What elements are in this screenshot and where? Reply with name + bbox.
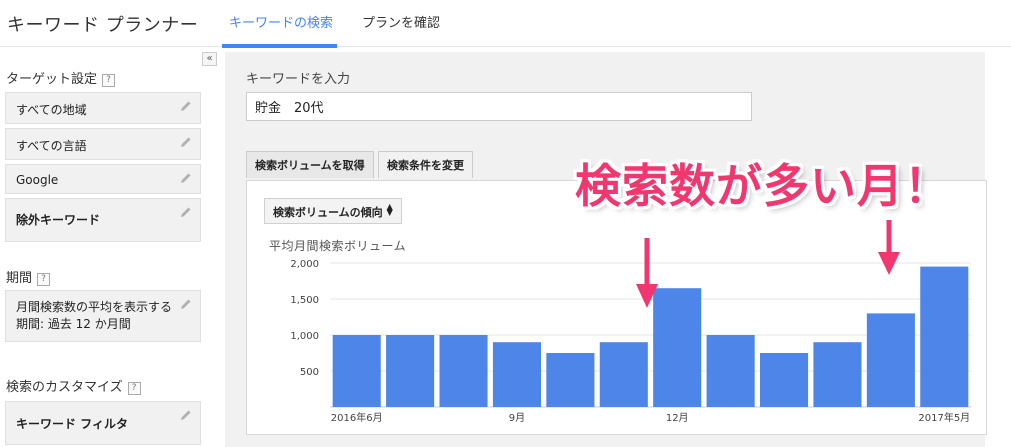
search-volume-bar-chart: 500 1,000 1,500 2,000 2016年6月 9月 12月 2017年5月 <box>290 259 971 424</box>
sidebar-item-label: キーワード フィルタ <box>16 417 128 431</box>
sidebar-item-label: すべての言語 <box>16 139 87 153</box>
chart-bar[interactable] <box>492 342 541 407</box>
chart-bar[interactable] <box>760 353 809 407</box>
pencil-icon[interactable] <box>180 136 192 148</box>
x-tick-label: 9月 <box>509 412 525 424</box>
sidebar-item-label: すべての地域 <box>16 103 87 117</box>
help-icon[interactable]: ? <box>102 74 116 87</box>
pencil-icon[interactable] <box>180 100 192 112</box>
get-search-volume-button[interactable]: 検索ボリュームを取得 <box>246 151 374 178</box>
sidebar-item-negative-keywords[interactable]: 除外キーワード <box>5 198 201 242</box>
x-tick-label: 12月 <box>666 412 689 424</box>
chart-bar[interactable] <box>332 335 381 407</box>
chart-bar[interactable] <box>386 335 435 407</box>
top-bar: キーワード プランナー キーワードの検索 プランを確認 <box>0 0 1011 48</box>
period-range: 期間: 過去 12 か月間 <box>16 317 131 331</box>
pencil-icon[interactable] <box>180 409 192 421</box>
sidebar-item-network[interactable]: Google <box>5 164 201 194</box>
customize-heading: 検索のカスタマイズ? <box>6 376 141 395</box>
annotation-arrow-may-icon <box>878 220 900 275</box>
period-description: 月間検索数の平均を表示する <box>16 300 173 314</box>
sidebar-item-label: 除外キーワード <box>16 213 101 227</box>
search-volume-chart-card: 検索ボリュームの傾向 ▲ ▼ 平均月間検索ボリューム 500 1,000 1,500 2,… <box>246 180 987 435</box>
chart-bar[interactable] <box>653 288 702 407</box>
sidebar-item-languages[interactable]: すべての言語 <box>5 128 201 160</box>
main-panel: キーワードを入力 貯金 20代 検索ボリュームを取得 検索条件を変更 検索ボリュ… <box>225 52 987 447</box>
sort-updown-icon: ▲ ▼ <box>386 202 393 217</box>
app-title: キーワード プランナー <box>7 15 199 36</box>
customize-heading-label: 検索のカスタマイズ <box>6 380 123 395</box>
active-tab-indicator <box>222 44 337 48</box>
y-tick-label: 1,500 <box>290 295 319 306</box>
x-tick-label: 2016年6月 <box>331 411 383 424</box>
y-tick-label: 2,000 <box>290 259 319 270</box>
chart-bar[interactable] <box>920 266 969 407</box>
pencil-icon[interactable] <box>180 206 192 218</box>
chart-bar[interactable] <box>599 342 648 407</box>
chart-bar[interactable] <box>706 335 755 407</box>
targeting-heading-label: ターゲット設定 <box>6 72 98 87</box>
annotation-text: 検索数が多い月！ <box>575 159 951 213</box>
chart-bar[interactable] <box>813 342 862 407</box>
tab-review-plan[interactable]: プランを確認 <box>362 12 440 31</box>
keyword-input-label: キーワードを入力 <box>246 72 351 87</box>
sidebar-item-keyword-filter[interactable]: キーワード フィルタ <box>5 401 201 445</box>
annotation-arrow-dec-icon <box>636 238 658 308</box>
sidebar-item-label: Google <box>16 173 59 187</box>
y-tick-label: 1,000 <box>290 331 319 342</box>
targeting-heading: ターゲット設定? <box>6 68 116 87</box>
y-tick-label: 500 <box>300 367 319 378</box>
change-conditions-button[interactable]: 検索条件を変更 <box>378 151 473 178</box>
volume-trend-select[interactable]: 検索ボリュームの傾向 ▲ ▼ <box>264 198 402 224</box>
help-icon[interactable]: ? <box>37 273 51 286</box>
keyword-input[interactable]: 貯金 20代 <box>246 92 752 121</box>
chart-bar[interactable] <box>546 353 595 407</box>
sidebar-item-period[interactable]: 月間検索数の平均を表示する 期間: 過去 12 か月間 <box>5 290 201 342</box>
chart-bar[interactable] <box>439 335 488 407</box>
pencil-icon[interactable] <box>180 298 192 310</box>
collapse-sidebar-button[interactable]: « <box>202 52 217 66</box>
chart-bar[interactable] <box>866 313 915 407</box>
period-heading: 期間? <box>6 267 51 286</box>
sidebar-item-locations[interactable]: すべての地域 <box>5 92 201 124</box>
x-tick-label: 2017年5月 <box>918 411 970 424</box>
help-icon[interactable]: ? <box>127 382 141 395</box>
sidebar: « ターゲット設定? すべての地域 すべての言語 Google 除外キーワード … <box>0 48 218 447</box>
pencil-icon[interactable] <box>180 172 192 184</box>
tab-keyword-search[interactable]: キーワードの検索 <box>229 12 333 31</box>
period-heading-label: 期間 <box>6 271 33 286</box>
volume-trend-select-label: 検索ボリュームの傾向 <box>273 206 383 219</box>
